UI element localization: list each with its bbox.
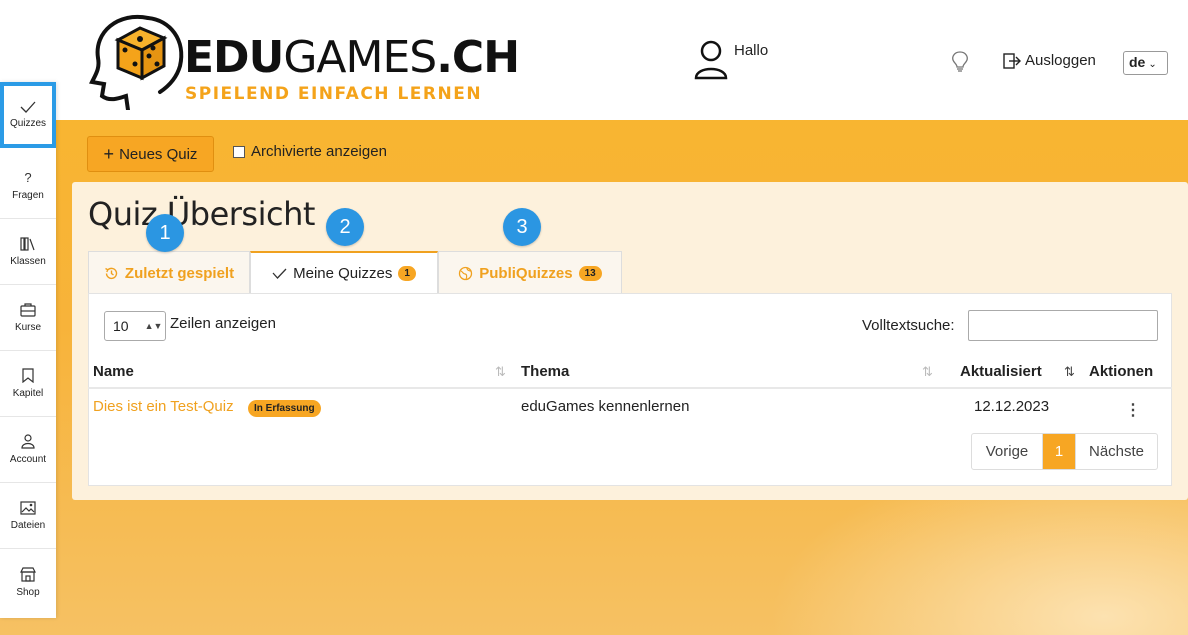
column-header-updated[interactable]: Aktualisiert (960, 363, 1042, 380)
quiz-name-link[interactable]: Dies ist ein Test-Quiz (93, 398, 234, 415)
count-badge: 13 (578, 265, 602, 281)
rows-per-page-value: 10 (113, 318, 129, 334)
sidebar-item-label: Account (9, 454, 47, 465)
sidebar: Quizzes ? Fragen Klassen Kurse Kapitel A… (0, 82, 56, 618)
tab-my-quizzes[interactable]: Meine Quizzes 1 (250, 251, 438, 294)
logo-tagline: SPIELEND EINFACH LERNEN (185, 84, 483, 104)
current-page-button[interactable]: 1 (1043, 434, 1075, 469)
sidebar-item-label: Klassen (10, 255, 46, 267)
greeting-text: Hallo (734, 41, 769, 59)
search-label: Volltextsuche: (862, 317, 955, 334)
new-quiz-button[interactable]: + Neues Quiz (87, 136, 214, 172)
sidebar-item-label: Kurse (14, 321, 42, 333)
language-select[interactable]: de ⌄ (1123, 51, 1168, 75)
column-header-name[interactable]: Name (93, 363, 134, 380)
tab-label: Meine Quizzes (293, 265, 393, 282)
chevron-down-icon: ⌄ (1148, 59, 1157, 70)
tab-label: PubliQuizzes (479, 264, 573, 282)
image-icon (20, 500, 36, 515)
sidebar-item-account[interactable]: Account (0, 417, 56, 483)
sidebar-item-label: Shop (16, 586, 40, 598)
sidebar-item-dateien[interactable]: Dateien (0, 483, 56, 549)
header: EDUGAMES.CH SPIELEND EINFACH LERNEN Hall… (0, 0, 1188, 120)
user-icon (21, 434, 35, 449)
plus-icon: + (103, 144, 115, 164)
sort-icon[interactable]: ⇅ (495, 364, 506, 380)
column-header-actions: Aktionen (1089, 363, 1154, 380)
sort-arrows-icon: ▲▼ (144, 321, 163, 331)
logout-icon (1003, 52, 1021, 69)
lightbulb-icon[interactable] (950, 50, 970, 77)
previous-page-button[interactable]: Vorige (972, 434, 1043, 469)
check-icon (20, 101, 36, 113)
edugames-logo[interactable]: EDUGAMES.CH SPIELEND EINFACH LERNEN (88, 10, 520, 110)
logo-title: EDUGAMES.CH (184, 32, 520, 83)
sort-icon[interactable]: ⇅ (922, 364, 933, 380)
head-dice-logo-icon (88, 14, 184, 110)
count-badge: 1 (398, 266, 416, 281)
pagination: Vorige 1 Nächste (971, 433, 1158, 470)
sidebar-item-kapitel[interactable]: Kapitel (0, 351, 56, 417)
show-archived-label: Archivierte anzeigen (251, 143, 387, 160)
more-actions-icon[interactable]: ⋮ (1125, 400, 1141, 420)
checkbox[interactable] (233, 145, 245, 158)
status-badge: In Erfassung (248, 400, 321, 417)
header-divider (88, 387, 1172, 389)
page-title: Quiz Übersicht (88, 195, 315, 233)
sidebar-item-label: Kapitel (12, 388, 44, 399)
callout-1: 1 (146, 214, 184, 252)
sidebar-item-shop[interactable]: Shop (0, 549, 56, 615)
user-icon (694, 40, 728, 80)
rows-per-page-label: Zeilen anzeigen (170, 315, 276, 332)
tab-recently-played[interactable]: Zuletzt gespielt (88, 251, 250, 294)
quiz-topic: eduGames kennenlernen (521, 398, 690, 415)
tab-publiquizzes[interactable]: PubliQuizzes 13 (438, 251, 622, 294)
rows-per-page-select[interactable]: 10 ▲▼ (104, 311, 166, 341)
sidebar-item-label: Fragen (12, 190, 44, 201)
sidebar-item-fragen[interactable]: ? Fragen (0, 153, 56, 219)
sidebar-item-label: Quizzes (9, 117, 47, 129)
question-icon: ? (24, 170, 32, 185)
sort-desc-icon[interactable]: ⇅ (1064, 364, 1075, 380)
search-input[interactable] (968, 310, 1158, 341)
callout-2: 2 (326, 208, 364, 246)
quiz-updated-date: 12.12.2023 (974, 398, 1050, 415)
tab-label: Zuletzt gespielt (124, 264, 235, 282)
check-icon (272, 268, 287, 279)
callout-3: 3 (503, 208, 541, 246)
history-icon (105, 267, 118, 279)
new-quiz-label: Neues Quiz (119, 145, 198, 163)
column-header-topic[interactable]: Thema (521, 363, 569, 380)
sidebar-item-kurse[interactable]: Kurse (0, 285, 56, 351)
sidebar-item-label: Dateien (10, 519, 46, 531)
show-archived-checkbox[interactable]: Archivierte anzeigen (233, 143, 387, 160)
next-page-button[interactable]: Nächste (1075, 434, 1157, 469)
user-greeting[interactable]: Hallo (694, 40, 768, 80)
books-icon (20, 236, 35, 251)
bookmark-icon (22, 368, 34, 383)
shop-icon (20, 566, 36, 582)
globe-icon (459, 266, 473, 280)
sidebar-item-klassen[interactable]: Klassen (0, 219, 56, 285)
briefcase-icon (20, 302, 36, 317)
logout-label: Ausloggen (1025, 52, 1096, 69)
sidebar-item-quizzes[interactable]: Quizzes (0, 82, 56, 148)
logout-button[interactable]: Ausloggen (1003, 52, 1096, 69)
